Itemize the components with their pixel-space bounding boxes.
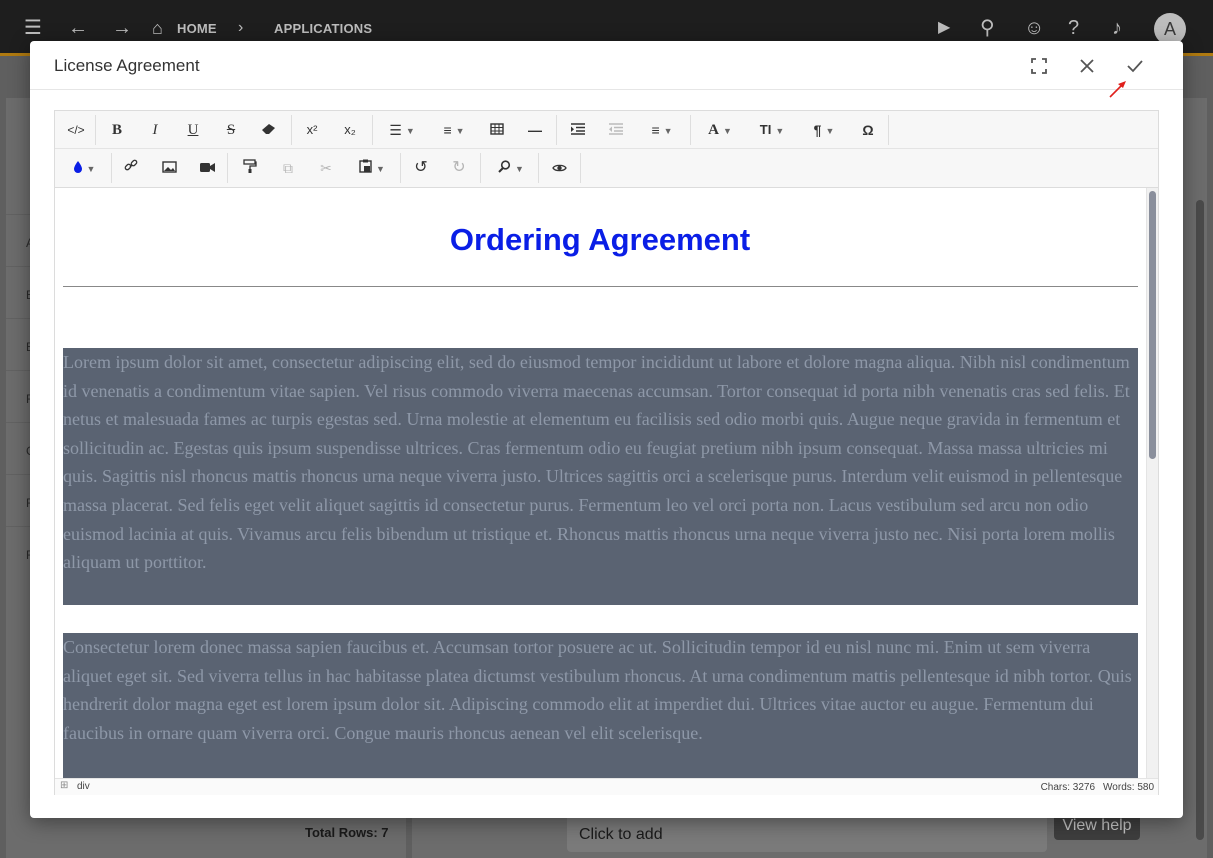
font-size-label: TI	[759, 122, 772, 137]
toolbar-separator	[690, 115, 691, 145]
video-icon[interactable]	[192, 153, 222, 183]
link-icon[interactable]	[116, 153, 146, 183]
toolbar-separator	[372, 115, 373, 145]
outdent-icon[interactable]	[601, 115, 631, 145]
toolbar-separator	[580, 153, 581, 183]
align-icon[interactable]: ≡ ▼	[639, 115, 685, 145]
preview-eye-icon[interactable]	[544, 153, 574, 183]
total-rows-label: Total Rows: 7	[305, 825, 389, 840]
fullscreen-icon[interactable]	[1024, 51, 1054, 81]
paste-icon[interactable]: ▼	[349, 153, 395, 183]
bot-icon[interactable]: ☺	[1024, 17, 1044, 39]
superscript-icon[interactable]: x²	[297, 115, 327, 145]
help-icon[interactable]: ?	[1068, 17, 1079, 39]
forward-arrow-icon[interactable]: →	[112, 17, 132, 39]
toolbar-separator	[291, 115, 292, 145]
undo-icon[interactable]: ↺	[406, 153, 436, 183]
toolbar-separator	[480, 153, 481, 183]
format-painter-icon[interactable]	[235, 153, 265, 183]
paragraph-format-icon[interactable]: ¶ ▼	[801, 115, 847, 145]
indent-icon[interactable]	[563, 115, 593, 145]
editor-content-area[interactable]: Ordering Agreement Lorem ipsum dolor sit…	[55, 188, 1158, 778]
paragraph-1: Lorem ipsum dolor sit amet, consectetur …	[63, 348, 1138, 605]
bullet-list-icon[interactable]: ☰ ▼	[379, 115, 425, 145]
strikethrough-icon[interactable]: S	[216, 115, 246, 145]
background-field-value: Click to add	[579, 826, 663, 843]
editor-scrollbar[interactable]	[1146, 188, 1158, 778]
word-count: Chars: 3276 Words: 580	[1033, 782, 1154, 793]
table-icon[interactable]	[482, 115, 512, 145]
numbered-list-icon[interactable]: ≡ ▼	[431, 115, 477, 145]
toolbar-separator	[556, 115, 557, 145]
document-heading: Ordering Agreement	[449, 222, 751, 257]
editor-statusbar: ⊞ div Chars: 3276 Words: 580	[55, 778, 1158, 795]
resize-grip-icon[interactable]: ⊞	[60, 780, 68, 791]
words-count: Words: 580	[1103, 782, 1154, 793]
editor-toolbar: </> B I U S x² x₂ ☰ ▼ ≡ ▼ — ≡ ▼ A ▼ TI ▼…	[55, 111, 1158, 188]
red-pointer-arrow-icon	[1109, 81, 1126, 98]
toolbar-separator	[95, 115, 96, 145]
dialog-title: License Agreement	[54, 56, 200, 75]
cut-icon[interactable]: ✂	[311, 153, 341, 183]
close-icon[interactable]	[1072, 51, 1102, 81]
underline-icon[interactable]: U	[178, 115, 208, 145]
editor-scrollbar-thumb[interactable]	[1149, 191, 1156, 459]
bold-icon[interactable]: B	[102, 115, 132, 145]
horizontal-rule	[63, 286, 1138, 287]
dialog-header: License Agreement	[30, 41, 1183, 90]
back-arrow-icon[interactable]: ←	[68, 17, 88, 39]
redo-icon[interactable]: ↻	[444, 153, 474, 183]
font-size-icon[interactable]: TI ▼	[749, 115, 795, 145]
copy-icon[interactable]: ⧉	[273, 153, 303, 183]
toolbar-separator	[538, 153, 539, 183]
background-input-field[interactable]: Click to add	[567, 812, 1047, 852]
toolbar-separator	[227, 153, 228, 183]
subscript-icon[interactable]: x₂	[335, 115, 365, 145]
breadcrumb-chevron-icon: ›	[238, 19, 244, 36]
code-view-icon[interactable]: </>	[61, 115, 91, 145]
home-icon[interactable]: ⌂	[152, 17, 163, 39]
toolbar-separator	[400, 153, 401, 183]
bell-icon[interactable]: ♪	[1112, 17, 1122, 39]
toolbar-row-2: ▼ ⧉ ✂ ▼ ↺ ↻ ▼	[55, 149, 1158, 187]
element-path[interactable]: div	[77, 781, 90, 792]
font-family-icon[interactable]: A ▼	[697, 115, 743, 145]
breadcrumb-applications[interactable]: APPLICATIONS	[274, 21, 372, 36]
image-icon[interactable]	[154, 153, 184, 183]
hamburger-menu-icon[interactable]: ☰	[24, 17, 42, 39]
background-scrollbar[interactable]	[1196, 200, 1204, 840]
rich-text-editor: </> B I U S x² x₂ ☰ ▼ ≡ ▼ — ≡ ▼ A ▼ TI ▼…	[54, 110, 1159, 795]
toolbar-separator	[111, 153, 112, 183]
search-chat-icon[interactable]: ⚲	[980, 17, 995, 39]
paragraph-2: Consectetur lorem donec massa sapien fau…	[63, 633, 1138, 778]
italic-icon[interactable]: I	[140, 115, 170, 145]
text-color-icon[interactable]: ▼	[61, 153, 107, 183]
breadcrumb-home[interactable]: HOME	[177, 21, 217, 36]
eraser-icon[interactable]	[254, 115, 284, 145]
find-replace-icon[interactable]: ▼	[488, 153, 534, 183]
toolbar-row-1: </> B I U S x² x₂ ☰ ▼ ≡ ▼ — ≡ ▼ A ▼ TI ▼…	[55, 111, 1158, 149]
special-character-icon[interactable]: Ω	[853, 115, 883, 145]
confirm-check-icon[interactable]	[1120, 51, 1150, 81]
play-icon[interactable]: ▶	[938, 17, 950, 39]
toolbar-separator	[888, 115, 889, 145]
license-agreement-dialog: License Agreement </> B I U S x² x₂ ☰ ▼ …	[30, 41, 1183, 818]
horizontal-rule-icon[interactable]: —	[520, 115, 550, 145]
char-count: Chars: 3276	[1040, 782, 1096, 793]
